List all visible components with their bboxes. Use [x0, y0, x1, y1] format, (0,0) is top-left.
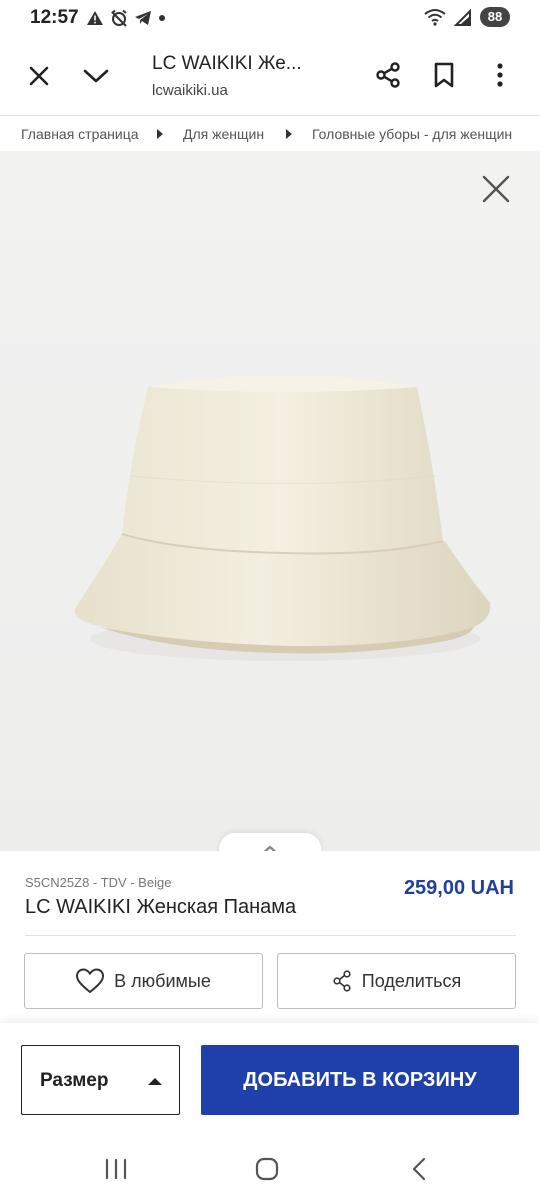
add-to-favorites-button[interactable]: В любимые — [24, 953, 263, 1009]
breadcrumb-separator-icon — [157, 129, 163, 139]
share-icon — [376, 62, 400, 88]
purchase-bar: Размер ДОБАВИТЬ В КОРЗИНУ — [0, 1023, 540, 1138]
chevron-down-icon — [83, 69, 109, 83]
back-button[interactable] — [399, 1149, 439, 1189]
home-button[interactable] — [247, 1149, 287, 1189]
status-notification-icons — [86, 9, 166, 27]
share-icon — [333, 970, 351, 992]
alarm-off-icon — [111, 9, 127, 27]
caret-up-icon — [148, 1078, 162, 1085]
recent-apps-icon — [105, 1158, 127, 1180]
add-to-cart-button[interactable]: ДОБАВИТЬ В КОРЗИНУ — [201, 1045, 519, 1115]
status-time: 12:57 — [30, 7, 79, 28]
breadcrumb: Главная страница Для женщин Головные убо… — [0, 117, 540, 151]
bucket-hat-illustration — [74, 375, 491, 661]
share-product-button[interactable]: Поделиться — [277, 953, 516, 1009]
close-icon — [482, 175, 510, 203]
breadcrumb-women[interactable]: Для женщин — [183, 126, 264, 142]
more-menu-button[interactable] — [480, 55, 520, 95]
bookmark-button[interactable] — [424, 55, 464, 95]
breadcrumb-home[interactable]: Главная страница — [21, 126, 139, 142]
warning-icon — [87, 11, 103, 25]
back-icon — [412, 1157, 426, 1181]
home-icon — [255, 1157, 279, 1181]
product-info-panel: S5CN25Z8 - TDV - Beige LC WAIKIKI Женска… — [0, 851, 540, 1023]
product-name: LC WAIKIKI Женская Панама — [25, 896, 297, 918]
close-icon — [29, 66, 49, 86]
bookmark-icon — [434, 62, 454, 88]
add-to-cart-label: ДОБАВИТЬ В КОРЗИНУ — [243, 1068, 477, 1091]
page-url: lcwaikiki.ua — [152, 82, 228, 99]
product-sku: S5CN25Z8 - TDV - Beige — [25, 875, 172, 890]
status-bar: 12:57 88 — [0, 0, 540, 36]
add-to-favorites-label: В любимые — [114, 970, 211, 991]
battery-level: 88 — [480, 7, 510, 27]
telegram-icon — [135, 11, 151, 25]
more-vert-icon — [497, 63, 503, 87]
divider — [25, 935, 516, 936]
wifi-icon — [424, 9, 446, 26]
size-selector[interactable]: Размер — [21, 1045, 180, 1115]
share-page-button[interactable] — [368, 55, 408, 95]
heart-icon — [76, 968, 105, 994]
page-title: LC WAIKIKI Же... — [152, 53, 302, 74]
breadcrumb-separator-icon — [286, 129, 292, 139]
product-image[interactable] — [0, 151, 540, 851]
minimize-tab-button[interactable] — [76, 56, 116, 96]
recent-apps-button[interactable] — [96, 1149, 136, 1189]
signal-icon — [454, 8, 471, 26]
breadcrumb-hats[interactable]: Головные уборы - для женщин — [312, 126, 512, 142]
browser-toolbar: LC WAIKIKI Же... lcwaikiki.ua — [0, 36, 540, 116]
dot-icon — [159, 15, 165, 21]
close-image-button[interactable] — [476, 169, 516, 209]
size-selector-label: Размер — [40, 1070, 109, 1091]
status-system-icons: 88 — [424, 7, 510, 27]
product-price: 259,00 UAH — [403, 877, 514, 899]
share-product-label: Поделиться — [361, 970, 462, 991]
close-tab-button[interactable] — [19, 56, 59, 96]
system-navigation-bar — [0, 1138, 540, 1204]
